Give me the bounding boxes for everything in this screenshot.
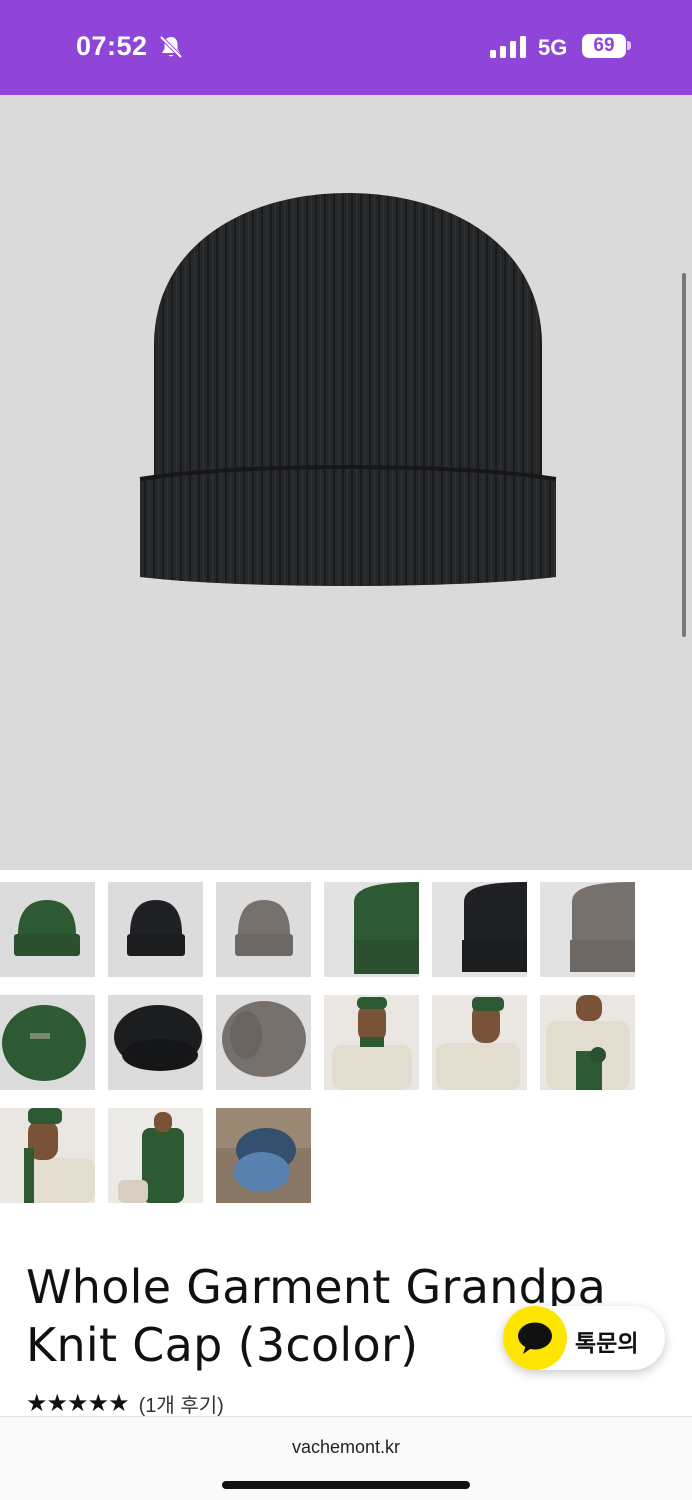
scrollbar[interactable] (682, 273, 686, 637)
thumbnail-image (108, 882, 203, 977)
bell-slash-icon (159, 35, 183, 59)
thumbnail-model-full[interactable] (108, 1108, 203, 1203)
thumbnail-image (540, 995, 635, 1090)
beanie-illustration (139, 193, 557, 586)
thumbnail-model-profile[interactable] (0, 1108, 95, 1203)
thumbnail-image (324, 995, 419, 1090)
rating[interactable]: ★★★★★ (1개 후기) (26, 1388, 224, 1418)
kakao-chat-button[interactable]: 톡문의 (503, 1306, 665, 1370)
status-bar: 07:52 5G 69 (0, 0, 692, 95)
thumbnail-image (108, 995, 203, 1090)
thumbnail-image (0, 995, 95, 1090)
product-hero-image[interactable] (0, 95, 692, 870)
thumbnail-gray-inside[interactable] (216, 995, 311, 1090)
thumbnail-image (0, 1108, 95, 1203)
thumbnail-image (324, 882, 419, 977)
home-indicator[interactable] (222, 1481, 470, 1489)
thumbnail-black-beanie[interactable] (108, 882, 203, 977)
battery-nub (627, 41, 631, 50)
thumbnail-green-inside[interactable] (0, 995, 95, 1090)
thumbnail-image (0, 882, 95, 977)
thumbnail-green-closeup[interactable] (324, 882, 419, 977)
thumbnail-image (108, 1108, 203, 1203)
thumbnail-gray-closeup[interactable] (540, 882, 635, 977)
thumbnail-black-inside[interactable] (108, 995, 203, 1090)
thumbnail-model-front[interactable] (324, 995, 419, 1090)
thumbnail-black-closeup[interactable] (432, 882, 527, 977)
thumbnail-model-gloves[interactable] (540, 995, 635, 1090)
review-count[interactable]: (1개 후기) (139, 1389, 224, 1418)
thumbnail-gray-beanie[interactable] (216, 882, 311, 977)
thumbnail-blue-beanies[interactable] (216, 1108, 311, 1203)
thumbnail-model-side[interactable] (432, 995, 527, 1090)
kakao-chat-label: 톡문의 (575, 1330, 639, 1356)
battery-indicator: 69 (582, 34, 626, 58)
thumbnail-image (216, 995, 311, 1090)
status-time: 07:52 (76, 31, 148, 61)
thumbnail-image (432, 882, 527, 977)
network-label: 5G (538, 35, 568, 60)
browser-url-bar[interactable]: vachemont.kr (0, 1416, 692, 1500)
url-text[interactable]: vachemont.kr (0, 1437, 692, 1458)
thumbnail-image (216, 882, 311, 977)
star-rating-icon: ★★★★★ (26, 1389, 130, 1417)
kakao-talk-icon (503, 1306, 567, 1370)
thumbnail-image (540, 882, 635, 977)
signal-bars-icon (490, 36, 526, 58)
thumbnail-green-beanie[interactable] (0, 882, 95, 977)
thumbnail-image (216, 1108, 311, 1203)
thumbnail-image (432, 995, 527, 1090)
